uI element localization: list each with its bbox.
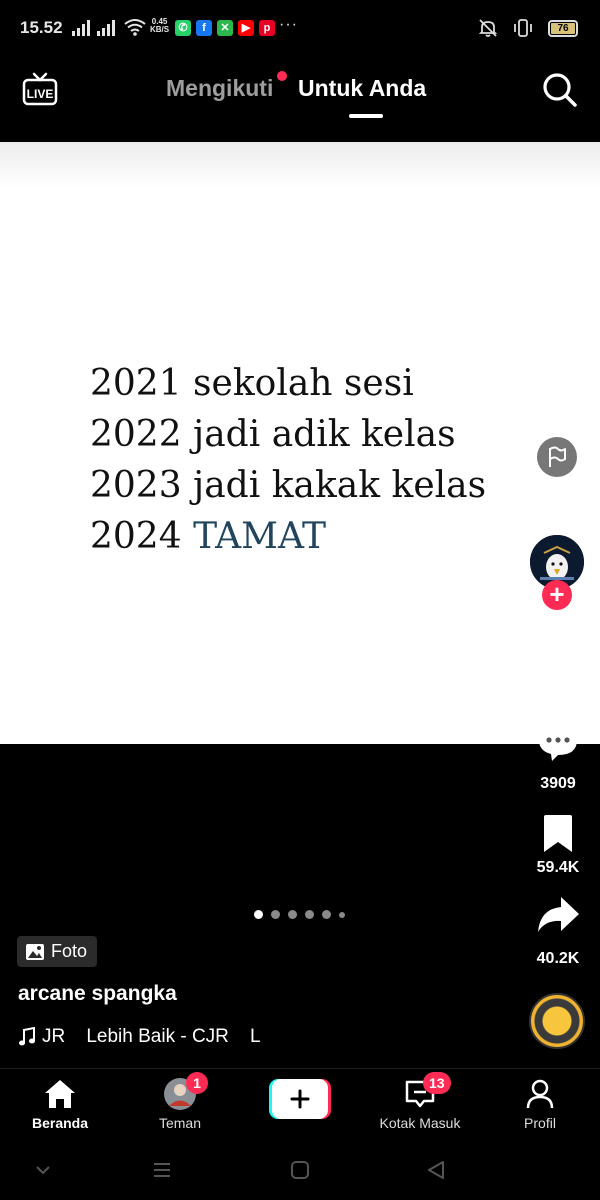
- battery-level: 76: [557, 22, 569, 34]
- home-system-icon[interactable]: [290, 1160, 310, 1180]
- bookmark-icon[interactable]: [541, 814, 575, 854]
- report-button[interactable]: [537, 437, 577, 477]
- wifi-icon: [124, 19, 146, 36]
- comment-icon[interactable]: [536, 722, 580, 764]
- signal-icon: [97, 20, 115, 36]
- pagination-dot: [322, 910, 331, 919]
- home-icon: [45, 1080, 75, 1108]
- pagination-dot: [288, 910, 297, 919]
- music-disc[interactable]: [529, 993, 585, 1049]
- pinterest-icon: p: [259, 20, 275, 36]
- status-bar: 15.52 0.45 KB/S ✆ f ✕ ▶ p ··· 76: [0, 0, 600, 58]
- live-button[interactable]: LIVE: [22, 72, 58, 106]
- active-tab-indicator: [349, 114, 383, 118]
- signal-icon: [72, 20, 90, 36]
- flag-icon: [549, 446, 566, 467]
- save-count: 59.4K: [536, 859, 580, 876]
- nav-inbox-label: Kotak Masuk: [379, 1115, 461, 1131]
- new-content-dot: [277, 71, 287, 81]
- back-icon[interactable]: [426, 1160, 446, 1180]
- app-icon: ✕: [217, 20, 233, 36]
- photo-pagination: [254, 910, 345, 919]
- system-navigation: [0, 1146, 600, 1200]
- image-icon: [26, 943, 44, 960]
- tab-following[interactable]: Mengikuti: [166, 75, 273, 102]
- nav-home[interactable]: Beranda: [5, 1077, 115, 1131]
- highlight-word: TAMAT: [193, 516, 327, 557]
- mute-icon: [478, 19, 498, 37]
- pagination-dot: [305, 910, 314, 919]
- pagination-dot: [339, 911, 345, 918]
- create-button[interactable]: [269, 1079, 331, 1119]
- music-ticker[interactable]: JR Lebih Baik - CJR L: [18, 1024, 274, 1050]
- nav-profile-label: Profil: [524, 1115, 556, 1131]
- photo-text-line: 2024 TAMAT: [90, 516, 327, 557]
- inbox-badge: 13: [423, 1072, 451, 1094]
- heart-icon[interactable]: [537, 637, 579, 677]
- pagination-dot: [254, 910, 263, 919]
- youtube-icon: ▶: [238, 20, 254, 36]
- photo-mode-label: Foto: [51, 941, 88, 961]
- nav-friends[interactable]: Teman: [125, 1077, 235, 1131]
- bottom-navigation: Beranda Teman 1 Kotak Masuk 13 Profil: [0, 1068, 600, 1146]
- nav-friends-label: Teman: [158, 1115, 202, 1131]
- share-icon[interactable]: [536, 895, 580, 935]
- facebook-icon: f: [196, 20, 212, 36]
- share-count: 40.2K: [536, 950, 580, 967]
- photo-text: 2021 sekolah sesi 2022 jadi adik kelas 2…: [90, 358, 486, 562]
- friends-badge: 1: [186, 1072, 208, 1094]
- more-notifications-icon: ···: [279, 16, 298, 33]
- network-speed: 0.45 KB/S: [150, 17, 170, 34]
- whatsapp-icon: ✆: [175, 20, 191, 36]
- photo-text-line: 2023 jadi kakak kelas: [90, 465, 487, 506]
- pagination-dot: [271, 910, 280, 919]
- like-count: 488.3K: [532, 684, 584, 701]
- follow-button[interactable]: +: [542, 580, 572, 610]
- live-tv-icon: LIVE: [22, 72, 58, 106]
- comment-count: 3909: [540, 775, 576, 792]
- recents-icon[interactable]: [152, 1161, 172, 1179]
- music-note-icon: [19, 1027, 35, 1046]
- photo-slide[interactable]: 2021 sekolah sesi 2022 jadi adik kelas 2…: [0, 142, 600, 744]
- status-time: 15.52: [20, 18, 63, 37]
- vibrate-icon: [514, 19, 532, 37]
- system-status: 76: [478, 18, 578, 38]
- battery-icon: 76: [548, 19, 578, 37]
- music-title: JR Lebih Baik - CJR L: [42, 1026, 261, 1047]
- nav-inbox[interactable]: Kotak Masuk: [365, 1077, 475, 1131]
- nav-home-label: Beranda: [31, 1115, 89, 1131]
- search-icon[interactable]: [540, 70, 580, 110]
- photo-text-line: 2021 sekolah sesi: [90, 363, 414, 404]
- live-label: LIVE: [27, 87, 54, 101]
- photo-text-line: 2022 jadi adik kelas: [90, 414, 456, 455]
- creator-username[interactable]: arcane spangka: [18, 982, 177, 1006]
- tab-for-you[interactable]: Untuk Anda: [298, 75, 426, 102]
- nav-profile[interactable]: Profil: [485, 1077, 595, 1131]
- top-navigation: LIVE Mengikuti Untuk Anda: [0, 58, 600, 142]
- hide-keyboard-icon[interactable]: [35, 1164, 51, 1176]
- photo-mode-badge[interactable]: Foto: [17, 936, 98, 967]
- profile-icon: [526, 1079, 554, 1109]
